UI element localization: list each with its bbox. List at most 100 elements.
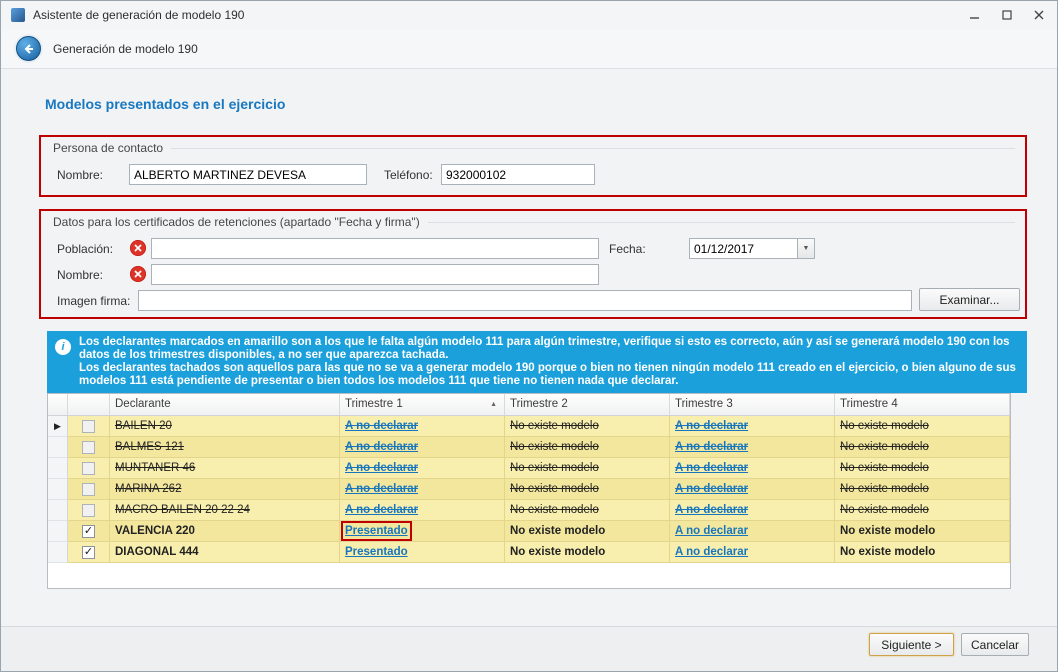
declarante-cell: VALENCIA 220 [110,521,340,542]
declarantes-grid: Declarante Trimestre 1 ▲ Trimestre 2 Tri… [47,393,1011,589]
header-indicator-cell [48,394,68,415]
cancelar-button[interactable]: Cancelar [961,633,1029,656]
table-row[interactable]: MUNTANER 46 A no declarar No existe mode… [48,458,1010,479]
cert-nombre-label: Nombre: [57,268,103,282]
row-checkbox-cell[interactable]: ✓ [68,521,110,542]
table-row[interactable]: MARINA 262 A no declarar No existe model… [48,479,1010,500]
sort-ascending-icon: ▲ [490,401,497,408]
row-checkbox[interactable]: ✓ [82,546,95,559]
trimestre-4-text: No existe modelo [840,462,929,474]
current-row-indicator-icon: ▶ [54,421,61,431]
app-icon [11,8,25,22]
trimestre-1-link[interactable]: A no declarar [345,441,418,453]
trimestre-3-cell: A no declarar [670,458,835,479]
trimestre-2-cell: No existe modelo [505,521,670,542]
trimestre-1-cell: Presentado [340,521,505,542]
trimestre-3-cell: A no declarar [670,479,835,500]
poblacion-label: Población: [57,242,113,256]
row-checkbox-cell[interactable] [68,458,110,479]
trimestre-4-cell: No existe modelo [835,521,1010,542]
back-button[interactable] [16,36,41,61]
trimestre-1-link[interactable]: Presentado [345,546,408,558]
trimestre-4-cell: No existe modelo [835,479,1010,500]
row-checkbox[interactable] [82,420,95,433]
cert-nombre-input[interactable] [151,264,599,285]
error-icon [130,240,146,256]
trimestre-4-text: No existe modelo [840,504,929,516]
table-row[interactable]: ✓ DIAGONAL 444 Presentado No existe mode… [48,542,1010,563]
trimestre-3-link[interactable]: A no declarar [675,504,748,516]
row-checkbox-cell[interactable] [68,479,110,500]
fecha-combo: ▼ [689,238,815,259]
examinar-button[interactable]: Examinar... [919,288,1020,311]
wizard-window: Asistente de generación de modelo 190 Ge… [0,0,1058,672]
chevron-down-icon: ▼ [803,245,810,252]
declarante-text: MACRO BAILEN 20 22 24 [115,504,250,516]
row-checkbox[interactable] [82,483,95,496]
contact-telefono-label: Teléfono: [384,168,433,182]
row-checkbox-cell[interactable] [68,437,110,458]
trimestre-3-link[interactable]: A no declarar [675,420,748,432]
imagen-firma-input[interactable] [138,290,912,311]
trimestre-4-cell: No existe modelo [835,416,1010,437]
header-declarante-label: Declarante [115,398,171,410]
contact-nombre-input[interactable] [129,164,367,185]
trimestre-4-cell: No existe modelo [835,542,1010,563]
trimestre-3-cell: A no declarar [670,416,835,437]
trimestre-2-text: No existe modelo [510,441,599,453]
trimestre-1-link[interactable]: A no declarar [345,462,418,474]
trimestre-1-cell: A no declarar [340,500,505,521]
trimestre-3-cell: A no declarar [670,521,835,542]
maximize-icon[interactable] [999,7,1015,23]
certificados-group-header: Datos para los certificados de retencion… [53,215,1015,229]
trimestre-2-cell: No existe modelo [505,500,670,521]
siguiente-button[interactable]: Siguiente > [869,633,954,656]
declarante-text: VALENCIA 220 [115,525,195,537]
titlebar[interactable]: Asistente de generación de modelo 190 [1,1,1057,29]
row-checkbox-cell[interactable]: ✓ [68,542,110,563]
row-checkbox[interactable] [82,441,95,454]
row-checkbox-cell[interactable] [68,416,110,437]
row-checkbox-cell[interactable] [68,500,110,521]
row-checkbox[interactable] [82,504,95,517]
trimestre-3-link[interactable]: A no declarar [675,462,748,474]
header-trimestre-4-label: Trimestre 4 [840,398,898,410]
row-indicator-cell [48,458,68,479]
contact-nombre-label: Nombre: [57,168,103,182]
table-row[interactable]: BALMES 121 A no declarar No existe model… [48,437,1010,458]
fecha-label: Fecha: [609,242,646,256]
fecha-dropdown-button[interactable]: ▼ [797,238,815,259]
trimestre-1-link[interactable]: A no declarar [345,483,418,495]
contact-telefono-input[interactable] [441,164,595,185]
row-checkbox[interactable] [82,462,95,475]
trimestre-4-text: No existe modelo [840,483,929,495]
trimestre-3-link[interactable]: A no declarar [675,546,748,558]
group-separator [428,222,1015,223]
header-trimestre-2[interactable]: Trimestre 2 [505,394,670,415]
declarante-cell: MACRO BAILEN 20 22 24 [110,500,340,521]
trimestre-1-cell: A no declarar [340,458,505,479]
table-row[interactable]: ✓ VALENCIA 220 Presentado No existe mode… [48,521,1010,542]
row-checkbox[interactable]: ✓ [82,525,95,538]
trimestre-1-link[interactable]: A no declarar [345,420,418,432]
header-trimestre-1[interactable]: Trimestre 1 ▲ [340,394,505,415]
row-indicator-cell [48,500,68,521]
footer-bar: Siguiente > Cancelar [1,626,1057,671]
header-trimestre-3[interactable]: Trimestre 3 [670,394,835,415]
header-trimestre-4[interactable]: Trimestre 4 [835,394,1010,415]
poblacion-input[interactable] [151,238,599,259]
table-row[interactable]: ▶ BAILEN 20 A no declarar No existe mode… [48,416,1010,437]
close-icon[interactable] [1031,7,1047,23]
contact-group-header: Persona de contacto [53,141,1015,155]
trimestre-3-link[interactable]: A no declarar [675,525,748,537]
header-declarante[interactable]: Declarante [110,394,340,415]
trimestre-3-link[interactable]: A no declarar [675,441,748,453]
trimestre-1-link[interactable]: Presentado [345,525,408,537]
window-title: Asistente de generación de modelo 190 [33,8,244,22]
table-row[interactable]: MACRO BAILEN 20 22 24 A no declarar No e… [48,500,1010,521]
trimestre-1-link[interactable]: A no declarar [345,504,418,516]
minimize-icon[interactable] [967,7,983,23]
trimestre-3-cell: A no declarar [670,437,835,458]
trimestre-3-link[interactable]: A no declarar [675,483,748,495]
fecha-input[interactable] [689,238,797,259]
